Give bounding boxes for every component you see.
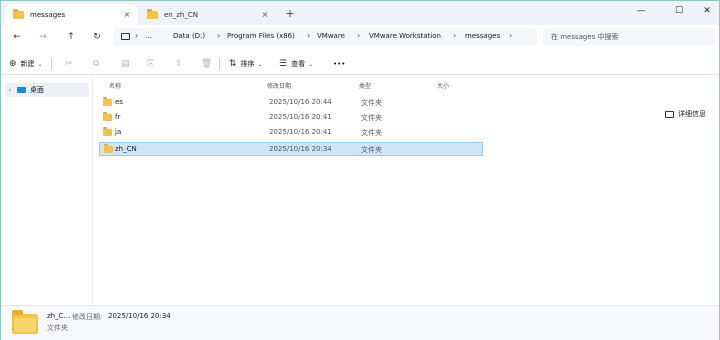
view-label: 查看 [291, 60, 306, 68]
rename-button[interactable]: ⎘ [147, 57, 154, 71]
address-bar[interactable]: › … Data (D:) › Program Files (x86) › VM… [113, 28, 537, 46]
tab-label: messages [30, 10, 66, 19]
file-modified: 2025/10/16 20:41 [269, 128, 332, 136]
close-tab-icon[interactable]: × [259, 10, 271, 19]
search-input[interactable]: 在 messages 中搜索 [543, 28, 715, 46]
copy-button[interactable]: ⧉ [93, 57, 99, 71]
chevron-down-icon: ⌄ [308, 60, 314, 68]
breadcrumb-separator: › [357, 31, 361, 40]
tab-messages[interactable]: messages × [5, 4, 137, 25]
copy-icon: ⧉ [93, 59, 100, 69]
this-pc-icon [121, 33, 130, 40]
delete-button[interactable]: 🗑 [201, 57, 212, 71]
new-button[interactable]: ⊕ 新建 ⌄ [9, 57, 43, 71]
breadcrumb-messages[interactable]: messages [465, 32, 500, 40]
sort-icon: ⇅ [229, 59, 237, 69]
file-name: zh_CN [115, 145, 137, 153]
file-name: fr [115, 113, 121, 121]
breadcrumb-data-d[interactable]: Data (D:) [173, 32, 205, 40]
more-options-button[interactable]: ••• [333, 57, 345, 71]
file-type: 文件夹 [361, 146, 382, 154]
details-bar: zh_C... 修改日期: 2025/10/16 20:34 文件夹 [1, 305, 719, 340]
modified-label: 修改日期: [72, 313, 103, 321]
selected-item-type: 文件夹 [47, 324, 68, 332]
new-tab-button[interactable]: + [283, 7, 297, 21]
breadcrumb-separator: › [307, 31, 311, 40]
breadcrumb-overflow[interactable]: … [145, 32, 152, 40]
rename-icon: ⎘ [147, 59, 155, 69]
breadcrumb-separator: › [509, 31, 513, 40]
folder-icon [147, 8, 158, 19]
refresh-button[interactable]: ↻ [89, 30, 105, 44]
breadcrumb-vmware-workstation[interactable]: VMware Workstation [369, 32, 441, 40]
navigation-bar: ← → ↑ ↻ › … Data (D:) › Program Files (x… [1, 25, 719, 49]
sort-button[interactable]: ⇅ 排序 ⌄ [229, 57, 263, 71]
file-row-ja[interactable]: ja 2025/10/16 20:41 文件夹 [99, 126, 483, 140]
command-bar: ⊕ 新建 ⌄ ✂ ⧉ ▤ ⎘ ⇪ 🗑 ⇅ 排序 ⌄ ☰ 查看 ⌄ ••• 详细信… [1, 53, 719, 118]
file-modified: 2025/10/16 20:34 [269, 145, 332, 153]
column-header-name[interactable]: 名称 [109, 81, 121, 90]
navigation-pane: › 桌面 [1, 77, 93, 305]
file-row-es[interactable]: es 2025/10/16 20:44 文件夹 [99, 96, 483, 110]
chevron-down-icon: ⌄ [257, 60, 263, 68]
breadcrumb-vmware[interactable]: VMware [317, 32, 345, 40]
view-button[interactable]: ☰ 查看 ⌄ [279, 57, 313, 71]
chevron-right-icon[interactable]: › [5, 87, 15, 94]
back-button[interactable]: ← [9, 30, 25, 44]
breadcrumb-separator: › [217, 31, 221, 40]
sidebar-item-label: 桌面 [30, 86, 44, 94]
file-type: 文件夹 [361, 129, 382, 137]
tab-en-zh-cn[interactable]: en_zh_CN × [139, 4, 275, 25]
folder-icon [12, 310, 38, 334]
divider [51, 58, 52, 70]
file-explorer-window: messages × en_zh_CN × + — ☐ ✕ ← → ↑ ↻ › … [0, 0, 720, 340]
scissors-icon: ✂ [65, 59, 73, 69]
breadcrumb-separator: › [135, 31, 139, 40]
breadcrumb-separator: › [453, 31, 457, 40]
tab-label: en_zh_CN [164, 10, 198, 19]
breadcrumb-program-files[interactable]: Program Files (x86) [227, 32, 295, 40]
file-type: 文件夹 [361, 114, 382, 122]
share-icon: ⇪ [175, 59, 183, 69]
folder-icon [104, 144, 113, 153]
divider [219, 58, 220, 70]
folder-icon [103, 112, 112, 121]
folder-icon [103, 127, 112, 136]
file-modified: 2025/10/16 20:44 [269, 98, 332, 106]
minimize-button[interactable]: — [629, 3, 653, 19]
folder-icon [103, 97, 112, 106]
folder-icon [13, 8, 24, 19]
title-bar: messages × en_zh_CN × + — ☐ ✕ [1, 1, 719, 25]
file-row-zh-cn[interactable]: zh_CN 2025/10/16 20:34 文件夹 [99, 142, 483, 156]
file-name: es [115, 98, 123, 106]
file-row-fr[interactable]: fr 2025/10/16 20:41 文件夹 [99, 111, 483, 125]
new-label: 新建 [20, 60, 35, 68]
file-name: ja [115, 128, 122, 136]
selected-item-name: zh_C... [47, 312, 71, 320]
chevron-down-icon: ⌄ [37, 60, 43, 68]
view-icon: ☰ [279, 59, 288, 69]
file-type: 文件夹 [361, 99, 382, 107]
column-header-modified[interactable]: 修改日期 [267, 81, 291, 90]
file-list: 名称 修改日期 类型 大小 es 2025/10/16 20:44 文件夹 fr… [97, 77, 717, 305]
sidebar-item-desktop[interactable]: › 桌面 [5, 83, 89, 97]
plus-circle-icon: ⊕ [9, 59, 17, 69]
column-header-type[interactable]: 类型 [359, 81, 371, 90]
modified-value: 2025/10/16 20:34 [108, 312, 171, 320]
up-button[interactable]: ↑ [63, 30, 79, 44]
trash-icon: 🗑 [201, 59, 213, 69]
desktop-icon [17, 87, 26, 93]
maximize-button[interactable]: ☐ [667, 3, 691, 19]
close-tab-icon[interactable]: × [121, 10, 133, 19]
sort-label: 排序 [240, 60, 255, 68]
paste-button[interactable]: ▤ [121, 57, 130, 71]
close-window-button[interactable]: ✕ [695, 3, 719, 19]
file-modified: 2025/10/16 20:41 [269, 113, 332, 121]
forward-button[interactable]: → [35, 30, 51, 44]
cut-button[interactable]: ✂ [65, 57, 73, 71]
column-header-size[interactable]: 大小 [437, 81, 449, 90]
paste-icon: ▤ [121, 59, 130, 69]
share-button[interactable]: ⇪ [175, 57, 183, 71]
